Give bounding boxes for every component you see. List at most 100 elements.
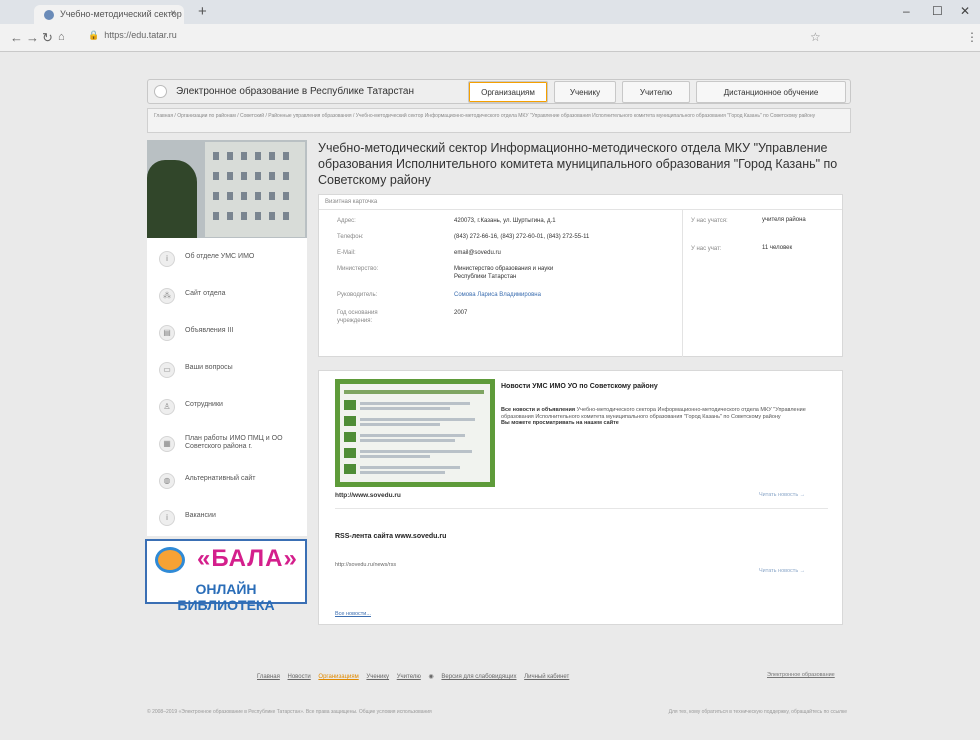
banner-title: «БАЛА» [197,545,298,572]
news-desc-bold: Все новости и объявления [501,407,576,413]
board-icon: ▤ [159,325,175,341]
support-text: Для тех, кому обратиться в техническую п… [668,709,847,715]
site-favicon-icon [44,10,54,20]
sidebar-item-work-plan[interactable]: ▦ План работы ИМО ПМЦ и ОО Советского ра… [147,427,307,464]
field-label: E-Mail: [337,250,356,256]
rss-url[interactable]: http://sovedu.ru/news/rss [335,562,396,568]
news-desc-bold2: Вы можете просматривать на нашем сайте [501,420,619,426]
page-title: Учебно-методический сектор Информационно… [318,141,838,187]
back-icon[interactable]: ← [10,30,23,45]
home-icon[interactable]: ⌂ [58,31,65,43]
news-block: Новости УМС ИМО УО по Советскому району … [318,370,843,625]
reload-icon[interactable]: ↻ [42,30,53,46]
sidebar-item-label: Альтернативный сайт [185,475,256,482]
browser-menu-icon[interactable]: ⋮ [966,30,978,44]
phone-value: (843) 272-66-16, (843) 272-60-01, (843) … [454,234,590,240]
read-more-link[interactable]: Читать новость → [759,492,805,498]
sidebar-item-label: Об отделе УМС ИМО [185,253,255,260]
rss-read-more-link[interactable]: Читать новость → [759,568,805,574]
email-value[interactable]: email@sovedu.ru [454,249,654,257]
footer-link-student[interactable]: Ученику [366,674,389,680]
web-page: Электронное образование в Республике Тат… [0,52,980,740]
founded-value: 2007 [454,310,468,316]
news-title[interactable]: Новости УМС ИМО УО по Советскому району [501,383,658,390]
sidebar-item-label: План работы ИМО ПМЦ и ОО Советского райо… [185,435,283,450]
director-link[interactable]: Сомова Лариса Владимировна [454,291,654,299]
side-field-value: 11 человек [762,245,793,251]
sidebar-item-staff[interactable]: ♙ Сотрудники [147,390,307,427]
sidebar-item-label: Объявления ІІІ [185,327,234,334]
field-label: Адрес: [337,218,356,224]
news-thumbnail[interactable] [335,379,495,487]
sidebar-menu: i Об отделе УМС ИМО ⁂ Сайт отдела ▤ Объя… [147,238,307,536]
field-label: Министерство: [337,266,379,272]
sidebar-item-label: Сайт отдела [185,290,226,297]
bala-library-banner[interactable]: «БАЛА» ОНЛАЙН БИБЛИОТЕКА [145,539,307,613]
browser-tab-title: Учебно-методический сектор [60,9,182,19]
nav-tab-teacher[interactable]: Учителю [622,81,690,103]
close-tab-icon[interactable]: × [170,8,176,19]
footer-link-accessibility[interactable]: Версия для слабовидящих [441,674,516,680]
footer-right-link[interactable]: Электронное образование [767,672,835,678]
sidebar-item-label: Вакансии [185,512,216,519]
maximize-icon[interactable]: ☐ [932,4,943,18]
url-field[interactable]: 🔒 https://edu.tatar.ru [88,30,177,41]
minimize-icon[interactable]: – [903,4,910,18]
side-field-label: У нас учатся: [691,218,728,224]
site-title[interactable]: Электронное образование в Республике Тат… [176,86,414,97]
sidebar-item-site[interactable]: ⁂ Сайт отдела [147,279,307,316]
forward-icon[interactable]: → [26,30,39,45]
nav-tab-organizations[interactable]: Организациям [468,81,548,103]
lock-icon: 🔒 [88,30,100,40]
copyright: © 2008–2019 «Электронное образование в Р… [147,709,432,715]
bala-mascot-icon [155,547,185,573]
sidebar-item-label: Ваши вопросы [185,364,233,371]
info-icon: i [159,251,175,267]
info-icon: i [159,510,175,526]
sidebar-item-vacancies[interactable]: i Вакансии [147,501,307,538]
footer-nav: Главная Новости Организациям Ученику Учи… [257,673,575,680]
news-site-url[interactable]: http://www.sovedu.ru [335,492,401,499]
footer-link-teacher[interactable]: Учителю [397,674,421,680]
sidebar-item-announcements[interactable]: ▤ Объявления ІІІ [147,316,307,353]
network-icon: ⁂ [159,288,175,304]
address-bar: ← → ↻ ⌂ 🔒 https://edu.tatar.ru ☆ ⋮ [0,24,980,52]
breadcrumb[interactable]: Главная / Организации по районам / Совет… [147,108,851,133]
field-label: Год основания учреждения: [337,310,378,324]
sidebar-item-label: Сотрудники [185,401,223,408]
bookmark-star-icon[interactable]: ☆ [810,30,821,44]
banner-subtitle: ОНЛАЙН БИБЛИОТЕКА [177,581,275,613]
sidebar-item-questions[interactable]: ▭ Ваши вопросы [147,353,307,390]
all-news-link[interactable]: Все новости... [335,611,371,617]
new-tab-icon[interactable]: + [198,3,207,20]
sidebar-item-about[interactable]: i Об отделе УМС ИМО [147,242,307,279]
message-icon: ▭ [159,362,175,378]
rss-title[interactable]: RSS-лента сайта www.sovedu.ru [335,533,446,540]
browser-tab[interactable]: Учебно-методический сектор × [34,5,184,24]
sidebar-item-alt-site[interactable]: ◍ Альтернативный сайт [147,464,307,501]
footer-link-account[interactable]: Личный кабинет [524,674,569,680]
eye-icon: ◉ [428,674,434,680]
building-photo [147,140,307,238]
field-label: Телефон: [337,234,364,240]
card-header: Визитная карточка [325,199,378,205]
close-window-icon[interactable]: ✕ [960,4,970,18]
site-footer: Главная Новости Организациям Ученику Учи… [147,667,851,740]
globe-icon: ◍ [159,473,175,489]
footer-link-home[interactable]: Главная [257,674,280,680]
footer-link-news[interactable]: Новости [288,674,311,680]
site-header: Электронное образование в Республике Тат… [147,79,851,104]
ministry-value: Министерство образования и науки Республ… [454,266,554,280]
footer-link-organizations[interactable]: Организациям [318,674,358,680]
business-card: Визитная карточка Адрес: 420073, г.Казан… [318,194,843,357]
field-label: Руководитель: [337,292,378,298]
site-logo-icon[interactable] [154,85,167,98]
side-field-value: учителя района [762,217,806,223]
nav-tab-student[interactable]: Ученику [554,81,616,103]
news-description: Все новости и объявления Учебно-методиче… [501,407,836,427]
address-value: 420073, г.Казань, ул. Шуртыгина, д.1 [454,218,556,224]
document-icon: ▦ [159,436,175,452]
browser-tab-bar: Учебно-методический сектор × + – ☐ ✕ [0,0,980,24]
nav-tab-distance-learning[interactable]: Дистанционное обучение [696,81,846,103]
url-text: https://edu.tatar.ru [104,30,177,40]
